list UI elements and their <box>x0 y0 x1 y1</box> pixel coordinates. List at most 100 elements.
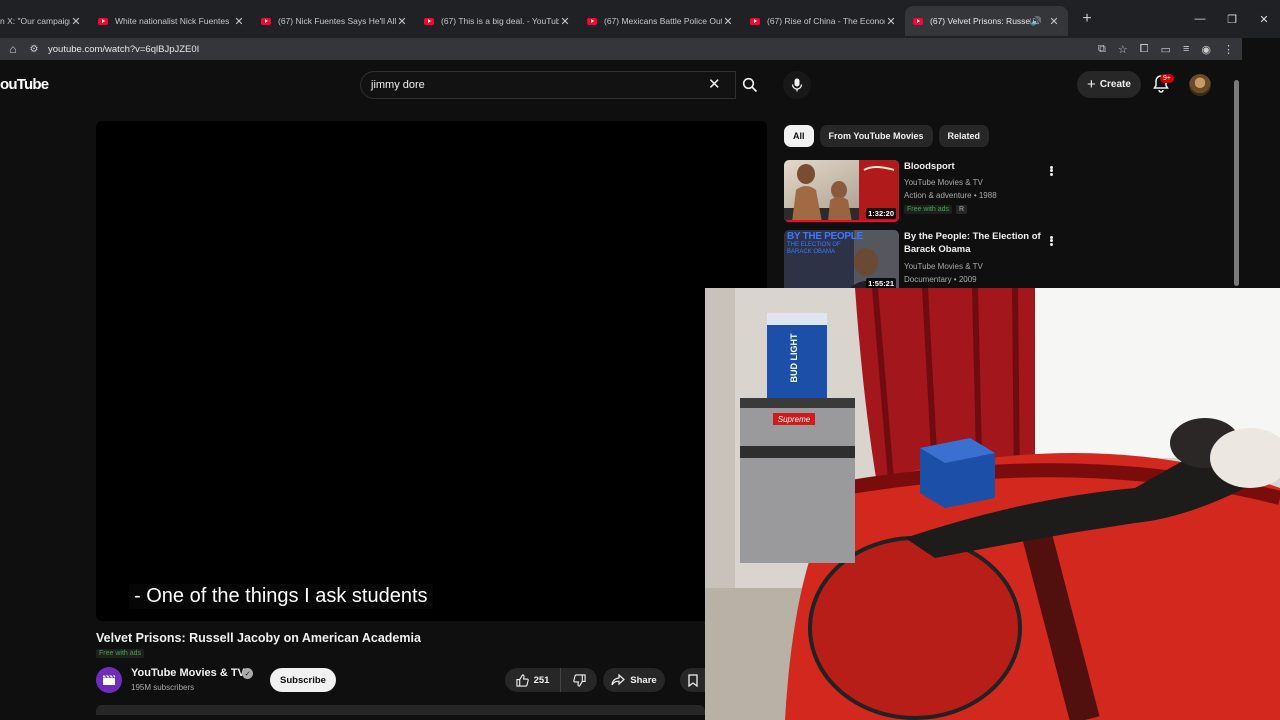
channel-name[interactable]: YouTube Movies & TV <box>131 667 245 679</box>
save-button[interactable] <box>680 668 705 692</box>
home-icon[interactable]: ⌂ <box>0 42 26 56</box>
tab-title: White nationalist Nick Fuentes <box>115 16 230 26</box>
extensions-icon[interactable]: ⧠ <box>1140 43 1149 56</box>
video-thumbnail[interactable]: BY THE PEOPLE THE ELECTION OF BARACK OBA… <box>784 230 899 292</box>
video-thumbnail[interactable]: 1:32:20 <box>784 160 899 222</box>
recommendation-channel: YouTube Movies & TV <box>904 262 983 271</box>
bookmark-icon <box>687 673 698 687</box>
rating-badge: R <box>956 205 968 214</box>
cast-icon[interactable]: ▭ <box>1161 43 1171 56</box>
browser-tab[interactable]: (67) Nick Fuentes Says He'll Ally ✕ <box>253 6 416 36</box>
video-duration: 1:32:20 <box>866 208 896 219</box>
share-label: Share <box>630 674 657 686</box>
webcam-scene: Supreme BUD LIGHT <box>705 288 1280 720</box>
browser-tab-active[interactable]: (67) Velvet Prisons: Russell 🔊 ✕ <box>905 6 1068 36</box>
video-caption: - One of the things I ask students <box>129 584 433 609</box>
thumbs-down-icon <box>572 673 586 687</box>
tab-close-icon[interactable]: ✕ <box>885 15 897 28</box>
video-title: Velvet Prisons: Russell Jacoby on Americ… <box>96 631 421 645</box>
create-button[interactable]: + Create <box>1077 71 1141 98</box>
share-button[interactable]: Share <box>603 668 665 692</box>
chip-from-youtube-movies[interactable]: From YouTube Movies <box>819 125 933 147</box>
more-actions-icon[interactable] <box>1046 163 1056 179</box>
browser-tab[interactable]: n X: "Our campaign ✕ <box>0 6 90 36</box>
minimize-icon[interactable]: — <box>1184 0 1216 38</box>
close-icon[interactable]: ✕ <box>1248 0 1280 38</box>
maximize-icon[interactable]: ❐ <box>1216 0 1248 38</box>
install-app-icon[interactable]: ⧉ <box>1098 43 1106 56</box>
plus-icon: + <box>1087 76 1096 93</box>
browser-tab[interactable]: (67) This is a big deal. - YouTube ✕ <box>416 6 579 36</box>
voice-search-button[interactable] <box>783 71 811 99</box>
site-info-icon[interactable]: ⚙ <box>26 44 42 55</box>
tab-title: (67) Rise of China - The Econom <box>767 16 885 26</box>
free-with-ads-badge: Free with ads <box>904 205 953 214</box>
create-label: Create <box>1099 79 1131 90</box>
browser-menu-icon[interactable]: ⋮ <box>1223 43 1234 56</box>
search-icon <box>742 77 758 93</box>
profile-icon[interactable]: ◉ <box>1201 43 1211 56</box>
more-actions-icon[interactable] <box>1046 233 1056 249</box>
like-count: 251 <box>533 674 550 686</box>
clapperboard-icon <box>103 675 115 685</box>
tab-close-icon[interactable]: ✕ <box>722 15 734 28</box>
youtube-logo[interactable]: ouTube <box>0 76 49 93</box>
microphone-icon <box>791 78 803 92</box>
address-bar-actions: ⧉ ☆ ⧠ ▭ ≡ ◉ ⋮ <box>1098 38 1234 60</box>
new-tab-icon[interactable]: + <box>1074 10 1100 28</box>
tab-close-icon[interactable]: ✕ <box>396 15 408 28</box>
webcam-overlay: Supreme BUD LIGHT <box>705 288 1280 720</box>
tab-close-icon[interactable]: ✕ <box>70 15 82 28</box>
channel-avatar[interactable] <box>96 667 122 693</box>
tab-close-icon[interactable]: ✕ <box>1048 15 1060 28</box>
scrollbar-thumb[interactable] <box>1234 80 1239 286</box>
description-box[interactable] <box>96 705 705 715</box>
chip-related[interactable]: Related <box>938 125 990 147</box>
watch-progress-bar <box>784 220 899 222</box>
tab-title: (67) Mexicans Battle Police Out <box>604 16 722 26</box>
like-button[interactable]: 251 <box>505 668 561 692</box>
tab-title: (67) Velvet Prisons: Russell <box>930 16 1031 26</box>
thumbs-up-icon <box>515 673 529 687</box>
search-input[interactable]: jimmy dore <box>360 71 736 99</box>
tab-title: n X: "Our campaign <box>0 16 70 26</box>
youtube-favicon-icon <box>750 17 760 25</box>
address-bar: ⌂ ⚙ youtube.com/watch?v=6qlBJpJZE0I ⧉ ☆ … <box>0 38 1242 60</box>
clear-search-icon[interactable]: ✕ <box>708 75 721 93</box>
url-field[interactable]: youtube.com/watch?v=6qlBJpJZE0I <box>48 44 199 55</box>
recommendation-meta: Documentary • 2009 <box>904 275 977 284</box>
youtube-favicon-icon <box>261 17 271 25</box>
recommendation-title[interactable]: By the People: The Election of Barack Ob… <box>904 230 1044 256</box>
media-controls-icon[interactable]: ≡ <box>1183 43 1189 55</box>
thumbnail-subtitle: THE ELECTION OF BARACK OBAMA <box>787 242 841 255</box>
video-player[interactable] <box>96 121 767 621</box>
subscriber-count: 195M subscribers <box>131 683 195 692</box>
verified-check-icon: ✓ <box>242 668 253 679</box>
beer-box-label: BUD LIGHT <box>789 333 799 382</box>
recommendation-item[interactable]: 1:32:20 Bloodsport YouTube Movies & TV A… <box>784 160 1064 222</box>
bookmark-star-icon[interactable]: ☆ <box>1118 43 1128 56</box>
filter-chips: All From YouTube Movies Related <box>784 125 990 147</box>
youtube-favicon-icon <box>424 17 434 25</box>
chip-all[interactable]: All <box>784 125 814 147</box>
account-avatar[interactable] <box>1189 74 1211 96</box>
browser-tab[interactable]: (67) Rise of China - The Econom ✕ <box>742 6 905 36</box>
recommendation-channel: YouTube Movies & TV <box>904 178 983 187</box>
free-with-ads-badge: Free with ads <box>96 649 145 658</box>
speaker-icon[interactable]: 🔊 <box>1031 16 1042 27</box>
window-controls: — ❐ ✕ <box>1184 0 1280 38</box>
browser-tab-strip: n X: "Our campaign ✕ White nationalist N… <box>0 0 1280 38</box>
dislike-button[interactable] <box>561 668 597 692</box>
youtube-favicon-icon <box>587 17 597 25</box>
recommendation-title[interactable]: Bloodsport <box>904 160 1044 173</box>
tab-close-icon[interactable]: ✕ <box>559 15 571 28</box>
browser-tab[interactable]: (67) Mexicans Battle Police Out ✕ <box>579 6 742 36</box>
recommendation-item[interactable]: BY THE PEOPLE THE ELECTION OF BARACK OBA… <box>784 230 1064 292</box>
tab-close-icon[interactable]: ✕ <box>233 15 245 28</box>
screen: { "browser": { "tabs": [ {"title": "n X:… <box>0 0 1280 720</box>
subscribe-button[interactable]: Subscribe <box>270 668 336 692</box>
browser-tab[interactable]: White nationalist Nick Fuentes ✕ <box>90 6 253 36</box>
recommendation-meta: Action & adventure • 1988 <box>904 191 997 200</box>
address-bar-edge <box>1242 38 1280 60</box>
search-button[interactable] <box>736 71 764 99</box>
